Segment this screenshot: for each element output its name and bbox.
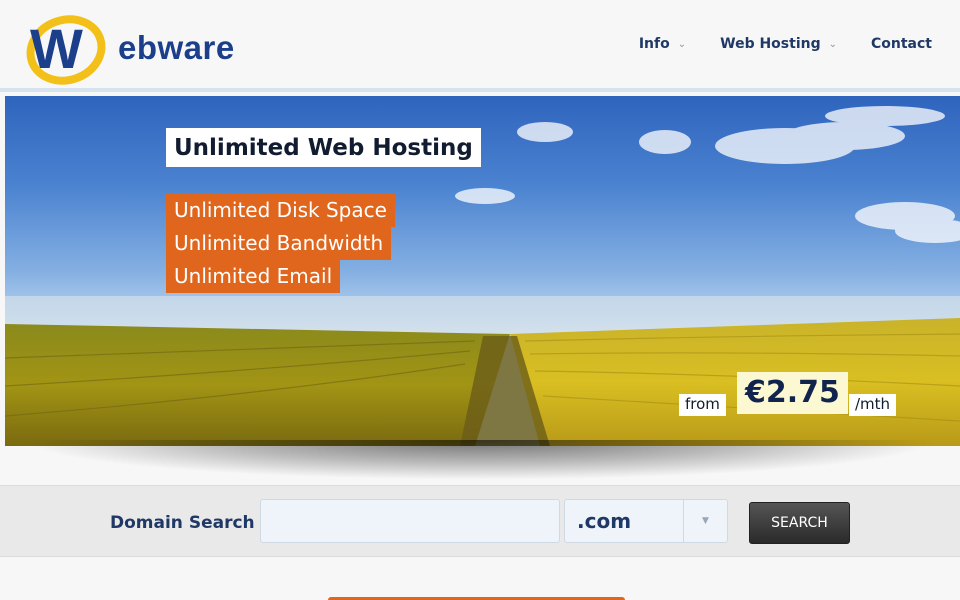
nav-item-info[interactable]: Info ⌄ — [639, 36, 686, 52]
nav-item-web-hosting[interactable]: Web Hosting ⌄ — [720, 36, 837, 52]
feature-email: Unlimited Email — [166, 260, 341, 293]
logo-letter: W — [30, 17, 83, 80]
nav-item-contact[interactable]: Contact — [871, 36, 932, 52]
nav-label: Info — [638, 36, 670, 52]
site-header: W ebware Info ⌄ Web Hosting ⌄ Contact — [0, 0, 960, 92]
nav-label: Web Hosting — [720, 36, 821, 52]
webware-logo[interactable]: W ebware — [26, 10, 234, 86]
logo-text: ebware — [118, 29, 235, 66]
domain-search-bar: Domain Search .com ▼ SEARCH — [0, 485, 960, 557]
dropdown-arrow-icon[interactable]: ▼ — [683, 500, 727, 542]
hero-shadow — [20, 440, 940, 480]
domain-search-input[interactable] — [260, 499, 560, 543]
feature-disk-space: Unlimited Disk Space — [166, 194, 395, 227]
chevron-down-icon: ⌄ — [828, 38, 837, 50]
search-button[interactable]: SEARCH — [749, 502, 850, 544]
domain-search-label: Domain Search — [110, 513, 255, 533]
hero-title: Unlimited Web Hosting — [166, 128, 481, 167]
hero-banner: Unlimited Web Hosting Unlimited Disk Spa… — [5, 96, 960, 446]
price-suffix: /mth — [849, 394, 897, 416]
main-nav: Info ⌄ Web Hosting ⌄ Contact — [605, 36, 932, 52]
tld-select[interactable]: .com ▼ — [564, 499, 728, 543]
price-value: €2.75 — [737, 372, 848, 414]
chevron-down-icon: ⌄ — [677, 38, 687, 50]
nav-label: Contact — [871, 36, 932, 52]
price-prefix: from — [679, 394, 726, 416]
feature-bandwidth: Unlimited Bandwidth — [166, 227, 392, 260]
tld-selected-value: .com — [577, 509, 632, 533]
